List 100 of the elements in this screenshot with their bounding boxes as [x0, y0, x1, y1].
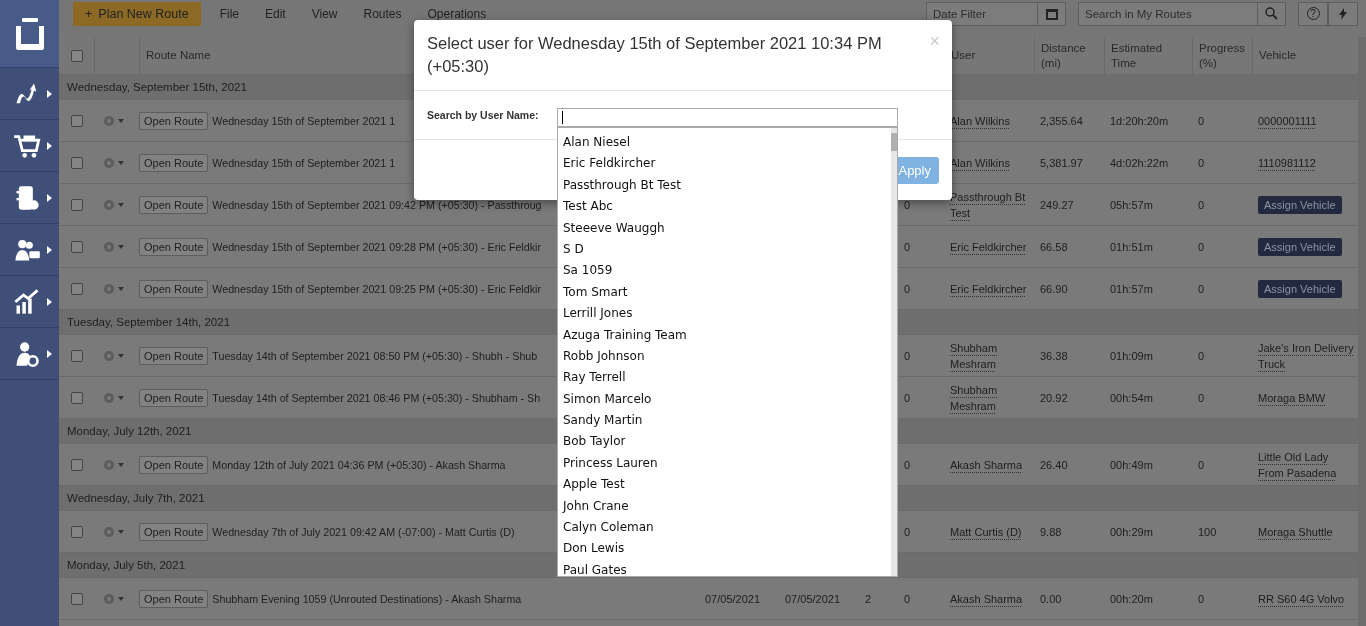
row-checkbox[interactable]: [70, 592, 83, 605]
assign-vehicle-button[interactable]: Assign Vehicle: [1258, 237, 1342, 256]
user-option[interactable]: Ray Terrell: [558, 367, 891, 389]
user-option[interactable]: Sandy Martin: [558, 410, 891, 432]
table-cell: 07/05/2021: [705, 592, 761, 605]
gear-icon[interactable]: [102, 390, 126, 405]
menu-item[interactable]: File: [206, 6, 252, 21]
user-option[interactable]: Princess Lauren: [558, 452, 891, 475]
quick-action-button[interactable]: [1328, 1, 1358, 26]
user-link[interactable]: Eric Feldkircher: [950, 280, 1027, 297]
user-link[interactable]: Shubham Meshram: [950, 381, 1034, 414]
column-header[interactable]: Progress (%): [1199, 40, 1246, 71]
plan-new-route-button[interactable]: + Plan New Route: [73, 1, 201, 26]
user-option[interactable]: Passthrough Bt Test: [558, 174, 891, 197]
user-option[interactable]: Simon Marcelo: [558, 388, 891, 411]
help-button[interactable]: ?: [1298, 1, 1328, 26]
open-route-button[interactable]: Open Route: [139, 237, 209, 256]
search-field[interactable]: Search in My Routes: [1078, 1, 1258, 26]
user-option[interactable]: Azuga Training Team: [558, 324, 891, 346]
scrollbar[interactable]: [891, 128, 897, 576]
menu-item[interactable]: View: [298, 6, 351, 21]
table-cell: 0: [1198, 349, 1205, 362]
gear-icon[interactable]: [102, 591, 126, 606]
gear-icon[interactable]: [102, 348, 126, 363]
open-route-button[interactable]: Open Route: [139, 455, 209, 474]
row-checkbox[interactable]: [70, 458, 83, 471]
open-route-button[interactable]: Open Route: [139, 589, 209, 608]
calendar-button[interactable]: [1038, 1, 1066, 26]
select-all-checkbox[interactable]: [70, 49, 83, 62]
gear-icon[interactable]: [102, 239, 126, 254]
vehicle-link[interactable]: 0000001111: [1258, 112, 1317, 129]
user-option[interactable]: Calyn Coleman: [558, 517, 891, 539]
vehicle-link[interactable]: 1110981112: [1258, 154, 1316, 171]
row-checkbox[interactable]: [70, 349, 83, 362]
calendar-icon[interactable]: [1045, 7, 1058, 20]
user-link[interactable]: Eric Feldkircher: [950, 238, 1027, 255]
row-checkbox[interactable]: [70, 198, 83, 211]
gear-icon[interactable]: [102, 113, 126, 128]
gear-icon[interactable]: [102, 197, 126, 212]
user-option[interactable]: Sa 1059: [558, 260, 891, 282]
gear-icon[interactable]: [102, 524, 126, 539]
user-option[interactable]: Apple Test: [558, 474, 891, 496]
vehicle-link[interactable]: Jake's Iron Delivery Truck: [1258, 339, 1356, 372]
user-option[interactable]: Alan Niesel: [558, 132, 891, 154]
open-route-button[interactable]: Open Route: [139, 388, 209, 407]
open-route-button[interactable]: Open Route: [139, 346, 209, 365]
open-route-button[interactable]: Open Route: [139, 522, 209, 541]
lightning-icon[interactable]: [1339, 7, 1347, 20]
row-checkbox[interactable]: [70, 525, 83, 538]
menu-item[interactable]: Routes: [350, 6, 415, 21]
text-cursor: [562, 111, 563, 124]
open-route-button[interactable]: Open Route: [139, 111, 209, 130]
user-name-input[interactable]: [557, 108, 898, 127]
column-header[interactable]: User: [951, 48, 976, 63]
date-filter-field[interactable]: Date Filter: [926, 1, 1038, 26]
route-name: Wednesday 15th of September 2021 09:25 PM (+05:30) - Eric Feldkir: [212, 282, 541, 295]
row-checkbox[interactable]: [70, 391, 83, 404]
assign-vehicle-button[interactable]: Assign Vehicle: [1258, 195, 1342, 214]
search-button[interactable]: [1258, 1, 1286, 26]
gear-icon[interactable]: [102, 457, 126, 472]
user-option[interactable]: Test Abc: [558, 196, 891, 218]
growth-chart-icon[interactable]: [13, 287, 41, 316]
menu-item[interactable]: Edit: [252, 6, 299, 21]
user-option[interactable]: Robb Johnson: [558, 345, 891, 368]
open-route-button[interactable]: Open Route: [139, 195, 209, 214]
user-link[interactable]: Akash Sharma: [950, 590, 1023, 607]
user-option[interactable]: S D: [558, 238, 891, 261]
search-icon[interactable]: [1265, 7, 1278, 20]
vehicle-link[interactable]: Moraga Shuttle: [1258, 523, 1333, 540]
user-option[interactable]: Paul Gates: [558, 559, 891, 576]
row-checkbox[interactable]: [70, 282, 83, 295]
user-option[interactable]: Eric Feldkircher: [558, 153, 891, 175]
column-header[interactable]: Distance (mi): [1041, 40, 1086, 71]
open-route-button[interactable]: Open Route: [139, 279, 209, 298]
vehicle-link[interactable]: Little Old Lady From Pasadena: [1258, 448, 1356, 481]
user-link[interactable]: Akash Sharma: [950, 456, 1023, 473]
user-option[interactable]: Bob Taylor: [558, 431, 891, 453]
gear-icon[interactable]: [102, 155, 126, 170]
user-option[interactable]: Lerrill Jones: [558, 303, 891, 325]
caret-icon: [47, 245, 52, 254]
user-link[interactable]: Passthrough Bt Test: [950, 188, 1034, 221]
user-option[interactable]: Don Lewis: [558, 538, 891, 560]
logo-icon[interactable]: [15, 17, 44, 50]
column-header[interactable]: Route Name: [146, 48, 211, 63]
user-link[interactable]: Shubham Meshram: [950, 339, 1034, 372]
user-option[interactable]: Steeeve Wauggh: [558, 217, 891, 239]
menu-item[interactable]: Operations: [414, 6, 500, 21]
row-checkbox[interactable]: [70, 156, 83, 169]
column-header[interactable]: Estimated Time: [1111, 40, 1172, 71]
row-checkbox[interactable]: [70, 240, 83, 253]
vehicle-link[interactable]: RR S60 4G Volvo: [1258, 590, 1345, 607]
open-route-button[interactable]: Open Route: [139, 153, 209, 172]
row-checkbox[interactable]: [70, 114, 83, 127]
column-header[interactable]: Vehicle: [1259, 48, 1297, 63]
user-link[interactable]: Matt Curtis (D): [950, 523, 1022, 540]
user-option[interactable]: Tom Smart: [558, 281, 891, 304]
user-option[interactable]: John Crane: [558, 495, 891, 518]
vehicle-link[interactable]: Moraga BMW: [1258, 389, 1326, 406]
assign-vehicle-button[interactable]: Assign Vehicle: [1258, 279, 1342, 298]
gear-icon[interactable]: [102, 281, 126, 296]
